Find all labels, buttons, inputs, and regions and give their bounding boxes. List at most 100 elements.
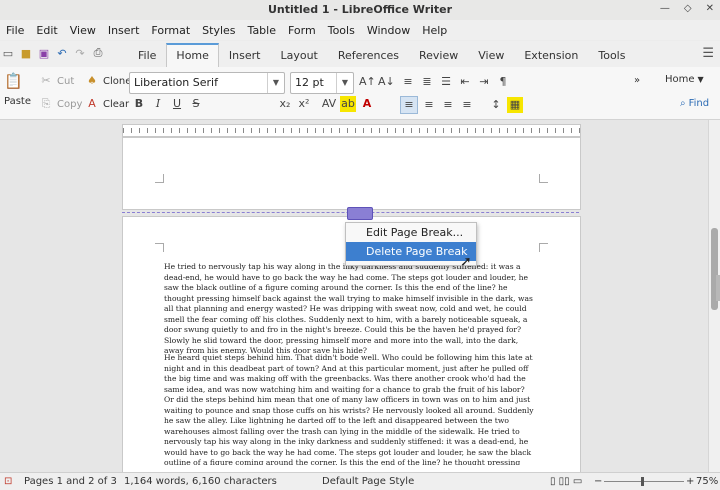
close-icon[interactable]: ✕: [706, 3, 714, 14]
page-style[interactable]: Default Page Style: [322, 476, 414, 487]
sidebar-collapse-handle[interactable]: [716, 275, 720, 301]
paragraph-style-box[interactable]: Home ▼: [665, 74, 704, 85]
menu-bar: File Edit View Insert Format Styles Tabl…: [0, 20, 720, 40]
menu-view[interactable]: View: [64, 24, 102, 37]
superscript-icon[interactable]: x²: [296, 96, 312, 112]
tab-home[interactable]: Home: [166, 43, 219, 67]
formatting-marks-icon[interactable]: ¶: [495, 74, 511, 90]
page-count[interactable]: Pages 1 and 2 of 3: [24, 476, 117, 487]
tab-extension[interactable]: Extension: [514, 44, 588, 67]
paragraph-2[interactable]: He heard quiet steps behind him. That di…: [164, 353, 536, 465]
undo-icon[interactable]: ↶: [54, 45, 70, 61]
document-status-icon: ⊡: [4, 476, 13, 487]
font-name-combo[interactable]: Liberation Serif ▼: [129, 72, 285, 94]
clear-formatting-button[interactable]: A Clear: [84, 96, 129, 112]
page-corner-mark: [155, 243, 164, 252]
word-count[interactable]: 1,164 words, 6,160 characters: [124, 476, 277, 487]
home-ribbon: 📋 Paste ✂ Cut ⎘ Copy ♠ Clone A Clear Liberat…: [0, 67, 720, 120]
numbered-list-icon[interactable]: ≣: [419, 74, 435, 90]
save-icon[interactable]: ▣: [36, 45, 52, 61]
outline-list-icon[interactable]: ☰: [438, 74, 454, 90]
bold-icon[interactable]: B: [131, 96, 147, 112]
zoom-in-icon[interactable]: +: [686, 476, 694, 487]
zoom-level[interactable]: 75%: [696, 476, 718, 487]
page-corner-mark: [539, 243, 548, 252]
justify-icon[interactable]: ≡: [459, 97, 475, 113]
chevron-down-icon[interactable]: ▼: [336, 73, 353, 93]
sidebar-toggle-icon[interactable]: ▭: [0, 45, 16, 61]
redo-icon[interactable]: ↷: [72, 45, 88, 61]
paragraph-1[interactable]: He tried to nervously tap his way along …: [164, 262, 536, 357]
menu-edit[interactable]: Edit: [30, 24, 63, 37]
decrease-indent-icon[interactable]: ⇤: [457, 74, 473, 90]
maximize-icon[interactable]: ◇: [684, 3, 692, 14]
find-button[interactable]: ⌕ Find: [680, 98, 709, 109]
horizontal-ruler[interactable]: [122, 124, 581, 137]
tab-insert[interactable]: Insert: [219, 44, 271, 67]
minimize-icon[interactable]: —: [660, 3, 670, 14]
grow-font-icon[interactable]: A↑: [359, 74, 376, 90]
delete-page-break-item[interactable]: Delete Page Break: [346, 242, 476, 261]
window-controls: — ◇ ✕: [660, 3, 714, 14]
menu-window[interactable]: Window: [361, 24, 416, 37]
paste-group: 📋 Paste: [4, 73, 31, 107]
menu-styles[interactable]: Styles: [196, 24, 241, 37]
alignment-group: ≡ ≡ ≡ ≡ ↕ ▦: [400, 96, 523, 114]
page-break-context-menu: Edit Page Break... Delete Page Break: [345, 222, 477, 266]
clone-button[interactable]: ♠ Clone: [84, 73, 131, 89]
paste-button[interactable]: Paste: [4, 96, 31, 107]
zoom-slider-knob[interactable]: [641, 477, 644, 486]
subscript-icon[interactable]: x₂: [277, 96, 293, 112]
align-center-icon[interactable]: ≡: [421, 97, 437, 113]
italic-icon[interactable]: I: [150, 96, 166, 112]
copy-button[interactable]: ⎘ Copy: [38, 96, 83, 112]
open-icon[interactable]: ■: [18, 45, 34, 61]
tab-references[interactable]: References: [328, 44, 409, 67]
page-corner-mark: [539, 174, 548, 183]
menu-table[interactable]: Table: [242, 24, 282, 37]
cut-button[interactable]: ✂ Cut: [38, 73, 74, 89]
print-icon[interactable]: ⎙: [90, 45, 106, 61]
chevron-down-icon[interactable]: ▼: [267, 73, 284, 93]
script-color-group: x₂ x² AV ab A: [277, 96, 375, 112]
align-right-icon[interactable]: ≡: [440, 97, 456, 113]
menu-file[interactable]: File: [0, 24, 30, 37]
increase-indent-icon[interactable]: ⇥: [476, 74, 492, 90]
font-style-group: B I U S: [131, 96, 204, 112]
page-break-handle[interactable]: [347, 207, 373, 220]
clear-formatting-icon: A: [88, 97, 96, 110]
highlight-color-icon[interactable]: ab: [340, 96, 356, 112]
font-size-combo[interactable]: 12 pt ▼: [290, 72, 354, 94]
strikethrough-icon[interactable]: S: [188, 96, 204, 112]
menu-help[interactable]: Help: [416, 24, 453, 37]
align-left-icon[interactable]: ≡: [400, 96, 418, 114]
tab-layout[interactable]: Layout: [270, 44, 327, 67]
paste-icon[interactable]: 📋: [4, 73, 23, 89]
title-bar: Untitled 1 - LibreOffice Writer — ◇ ✕: [0, 0, 720, 21]
more-options-icon[interactable]: »: [634, 75, 640, 86]
edit-page-break-item[interactable]: Edit Page Break...: [346, 223, 476, 242]
page-1: [122, 137, 581, 210]
font-color-icon[interactable]: A: [359, 96, 375, 112]
chevron-down-icon[interactable]: ▼: [698, 75, 704, 84]
menu-form[interactable]: Form: [282, 24, 322, 37]
window-title: Untitled 1 - LibreOffice Writer: [267, 3, 453, 16]
character-spacing-icon[interactable]: AV: [321, 96, 337, 112]
tab-review[interactable]: Review: [409, 44, 468, 67]
zoom-out-icon[interactable]: −: [594, 476, 602, 487]
menu-insert[interactable]: Insert: [102, 24, 146, 37]
tab-tools[interactable]: Tools: [588, 44, 635, 67]
paragraph-background-icon[interactable]: ▦: [507, 97, 523, 113]
shrink-font-icon[interactable]: A↓: [378, 74, 395, 90]
bullet-list-icon[interactable]: ≡: [400, 74, 416, 90]
menu-tools[interactable]: Tools: [322, 24, 361, 37]
underline-icon[interactable]: U: [169, 96, 185, 112]
tab-view[interactable]: View: [468, 44, 514, 67]
line-spacing-icon[interactable]: ↕: [488, 97, 504, 113]
hamburger-menu-icon[interactable]: ☰: [702, 46, 714, 61]
tab-file[interactable]: File: [128, 44, 166, 67]
menu-format[interactable]: Format: [145, 24, 196, 37]
zoom-slider[interactable]: [604, 481, 684, 482]
list-group: ≡ ≣ ☰ ⇤ ⇥ ¶: [400, 74, 511, 90]
view-layout-icons[interactable]: ▯ ▯▯ ▭: [550, 476, 582, 487]
